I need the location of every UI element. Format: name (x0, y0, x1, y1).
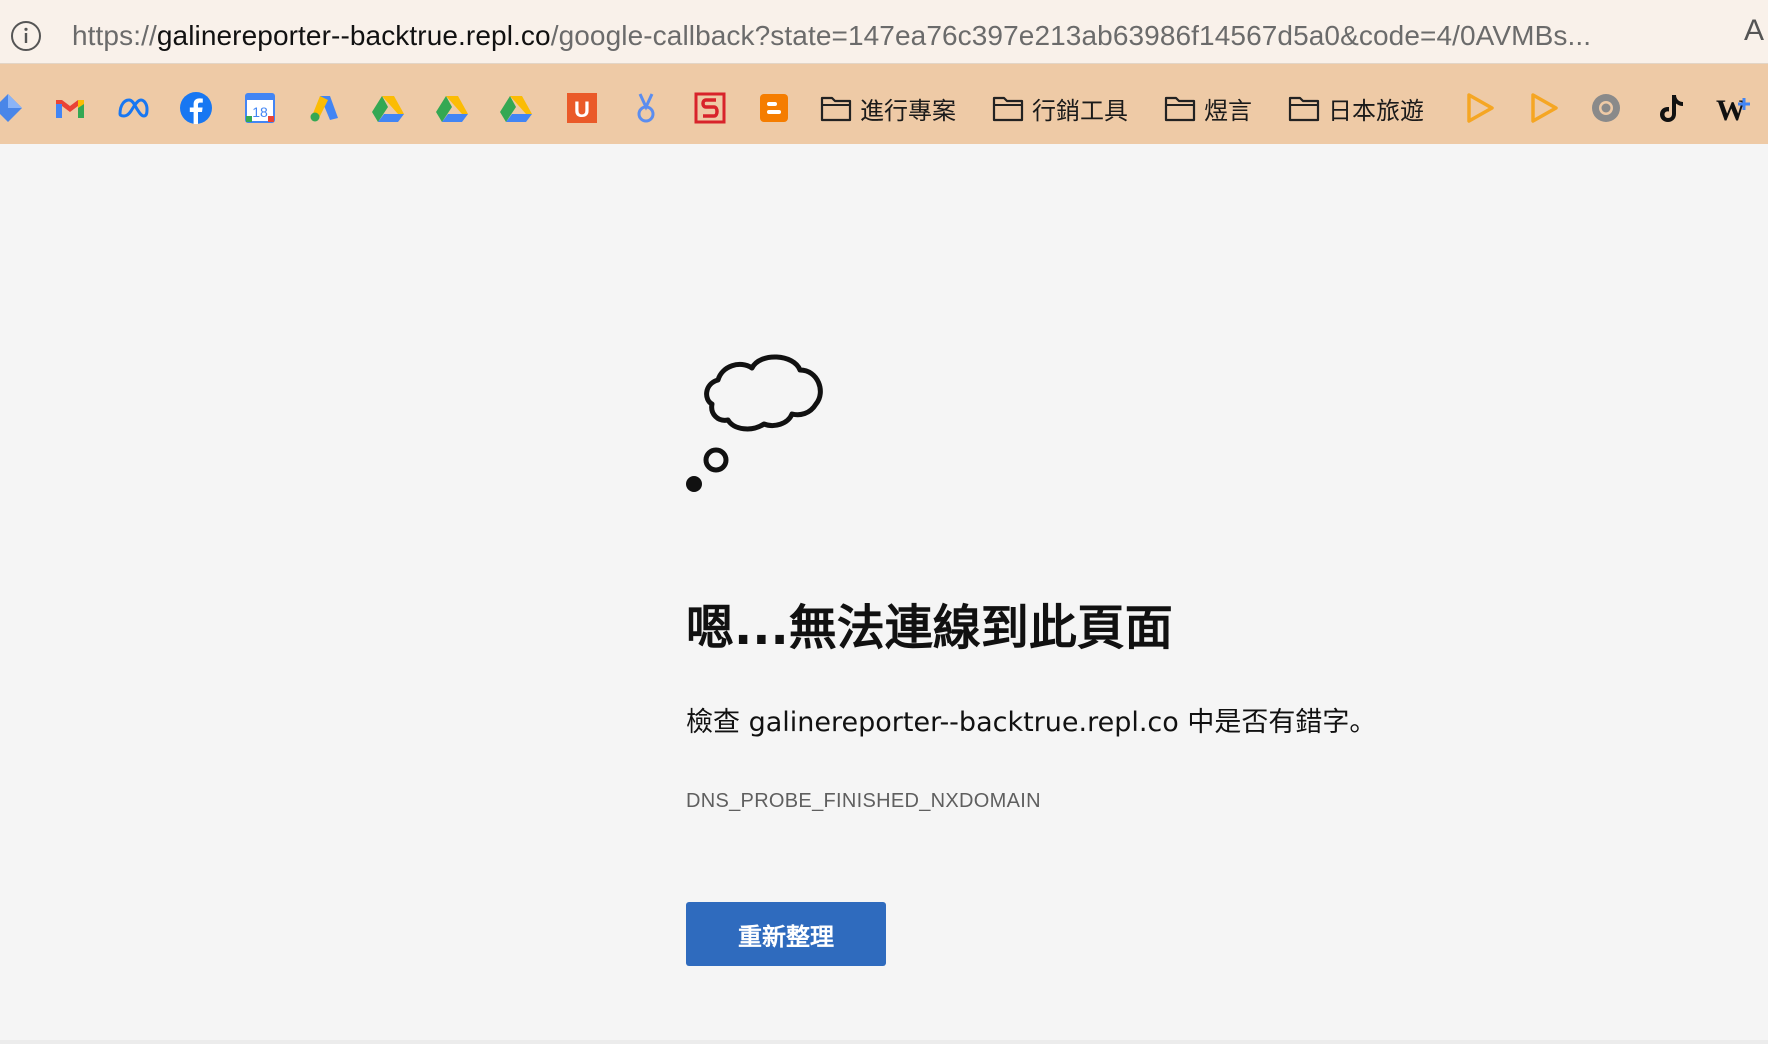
blogger-icon[interactable] (756, 90, 792, 126)
diamond-icon[interactable] (0, 90, 26, 126)
url-scheme: https:// (72, 20, 157, 51)
bookmark-folder-projects[interactable]: 進行專案 (820, 88, 956, 128)
s-logo-icon[interactable] (692, 90, 728, 126)
folder-icon (820, 96, 852, 122)
folder-label: 煜言 (1204, 97, 1252, 125)
tiktok-icon[interactable] (1652, 90, 1688, 126)
google-drive-icon[interactable] (370, 90, 406, 126)
facebook-icon[interactable] (178, 90, 214, 126)
u-icon[interactable]: U (564, 90, 600, 126)
google-ads-icon[interactable] (306, 90, 342, 126)
bottom-divider (0, 1040, 1768, 1044)
address-bar[interactable]: https://galinereporter--backtrue.repl.co… (0, 0, 1768, 64)
google-calendar-icon[interactable]: 18 (242, 90, 278, 126)
url-field[interactable]: https://galinereporter--backtrue.repl.co… (72, 16, 1591, 56)
meta-icon[interactable] (115, 90, 151, 126)
gmail-icon[interactable] (52, 90, 88, 126)
ribbon-icon[interactable] (628, 90, 664, 126)
google-drive-icon[interactable] (434, 90, 470, 126)
w-plus-icon[interactable]: W (1716, 90, 1752, 126)
folder-icon (992, 96, 1024, 122)
bookmark-folder-yuyan[interactable]: 煜言 (1164, 88, 1252, 128)
bookmark-folder-marketing[interactable]: 行銷工具 (992, 88, 1128, 128)
u-letter: U (574, 97, 590, 122)
reload-button[interactable]: 重新整理 (686, 902, 886, 966)
thought-cloud-icon (686, 354, 823, 492)
chromium-icon[interactable] (1588, 90, 1624, 126)
w-letter: W (1716, 94, 1746, 126)
calendar-day: 18 (252, 104, 268, 120)
info-icon[interactable] (10, 20, 42, 52)
play-icon[interactable] (1526, 90, 1562, 126)
play-icon[interactable] (1462, 90, 1498, 126)
error-code: DNS_PROBE_FINISHED_NXDOMAIN (686, 790, 1041, 812)
url-host: galinereporter--backtrue.repl.co (156, 20, 551, 51)
folder-label: 進行專案 (860, 97, 956, 125)
error-description: 檢查 galinereporter--backtrue.repl.co 中是否有… (686, 707, 1377, 738)
url-path: /google-callback?state=147ea76c397e213ab… (550, 20, 1592, 51)
folder-label: 行銷工具 (1032, 97, 1128, 125)
folder-label: 日本旅遊 (1328, 97, 1424, 125)
reader-view-icon[interactable]: A (1744, 14, 1764, 48)
browser-window: https://galinereporter--backtrue.repl.co… (0, 0, 1768, 1044)
bookmark-folder-japan-travel[interactable]: 日本旅遊 (1288, 88, 1424, 128)
page-title: 嗯...無法連線到此頁面 (686, 600, 1173, 656)
folder-icon (1288, 96, 1320, 122)
folder-icon (1164, 96, 1196, 122)
google-drive-icon[interactable] (498, 90, 534, 126)
